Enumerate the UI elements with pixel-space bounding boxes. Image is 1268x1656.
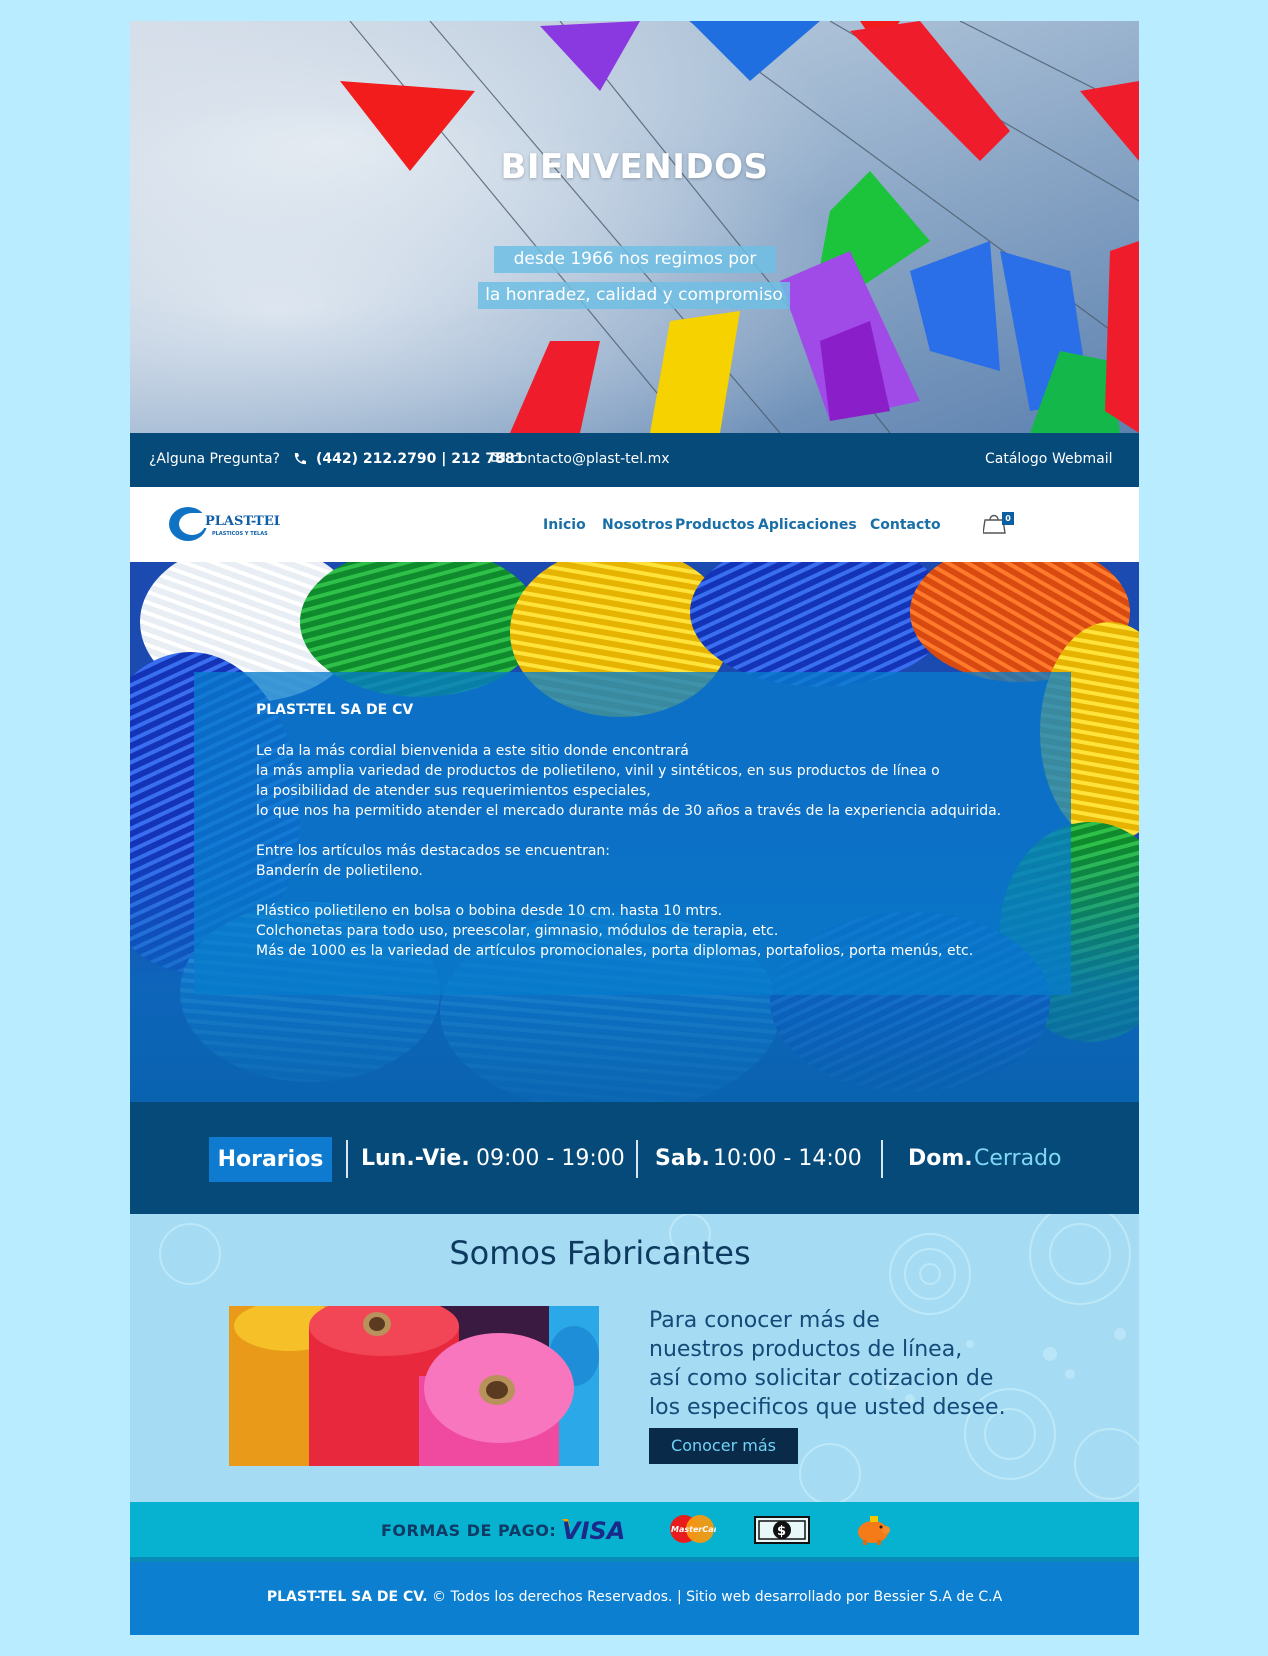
- site-container: BIENVENIDOS desde 1966 nos regimos por l…: [130, 21, 1139, 1635]
- weekday-label: Lun.-Vie.: [361, 1146, 470, 1171]
- intro-section: PLAST-TEL SA DE CV Le da la más cordial …: [130, 562, 1139, 1102]
- sunday-time: Cerrado: [974, 1146, 1062, 1171]
- nav-item-nosotros[interactable]: Nosotros: [602, 517, 673, 533]
- catalog-link[interactable]: Catálogo: [985, 451, 1047, 467]
- footer-text: PLAST-TEL SA DE CV. © Todos los derechos…: [130, 1589, 1139, 1605]
- nav-item-inicio[interactable]: Inicio: [543, 517, 586, 533]
- visa-icon: VISA: [558, 1515, 628, 1547]
- hero-banner: BIENVENIDOS desde 1966 nos regimos por l…: [130, 21, 1139, 433]
- sunday-label: Dom.: [908, 1146, 973, 1171]
- hero-tagline-2: la honradez, calidad y compromiso: [478, 282, 790, 309]
- saturday-time: 10:00 - 14:00: [713, 1146, 862, 1171]
- nav-item-aplicaciones[interactable]: Aplicaciones: [758, 517, 857, 533]
- divider: [636, 1140, 638, 1178]
- question-label: ¿Alguna Pregunta?: [149, 451, 280, 467]
- divider: [346, 1140, 348, 1178]
- mastercard-icon: MasterCard: [668, 1514, 724, 1548]
- contact-bar: ¿Alguna Pregunta? (442) 212.2790 | 212 7…: [130, 433, 1139, 487]
- company-name: PLAST-TEL SA DE CV: [256, 702, 414, 718]
- hours-bar: Horarios Lun.-Vie. 09:00 - 19:00 Sab. 10…: [130, 1102, 1139, 1214]
- phone-icon: [292, 451, 308, 471]
- piggy-bank-icon: [854, 1513, 892, 1551]
- learn-more-button[interactable]: Conocer más: [649, 1428, 798, 1464]
- section-title: Somos Fabricantes: [449, 1234, 751, 1272]
- intro-paragraph-2: Entre los artículos más destacados se en…: [256, 843, 611, 879]
- footer-company: PLAST-TEL SA DE CV.: [266, 1589, 428, 1605]
- mail-icon: [491, 451, 505, 467]
- email-link[interactable]: contacto@plast-tel.mx: [511, 451, 670, 467]
- section-text: Para conocer más de nuestros productos d…: [649, 1308, 1006, 1420]
- main-navigation: PLAST-TEL PLASTICOS Y TELAS Inicio Nosot…: [130, 487, 1139, 562]
- mastercard-text: MasterCard: [671, 1525, 716, 1534]
- hero-title: BIENVENIDOS: [500, 147, 769, 187]
- intro-paragraph-3: Plástico polietileno en bolsa o bobina d…: [256, 903, 974, 959]
- hours-tag: Horarios: [209, 1137, 332, 1182]
- weekday-time: 09:00 - 19:00: [476, 1146, 625, 1171]
- svg-text:$: $: [777, 1524, 786, 1539]
- cash-icon: $: [754, 1516, 810, 1548]
- nav-item-productos[interactable]: Productos: [675, 517, 755, 533]
- footer: PLAST-TEL SA DE CV. © Todos los derechos…: [130, 1562, 1139, 1635]
- cart-count-badge: 0: [1002, 512, 1014, 525]
- bunting-flags-image: [340, 21, 1139, 433]
- hero-tagline-1: desde 1966 nos regimos por: [494, 246, 776, 273]
- plastic-rolls-image: [229, 1306, 599, 1466]
- visa-text: VISA: [562, 1517, 625, 1543]
- intro-paragraph-1: Le da la más cordial bienvenida a este s…: [256, 743, 1002, 819]
- nav-item-contacto[interactable]: Contacto: [870, 517, 941, 533]
- payment-methods-bar: FORMAS DE PAGO: VISA MasterCard $: [130, 1502, 1139, 1557]
- manufacturers-section: Somos Fabricantes Para conocer más de nu…: [130, 1214, 1139, 1502]
- logo-text: PLAST-TEL: [205, 514, 280, 529]
- intro-text-box: PLAST-TEL SA DE CV Le da la más cordial …: [194, 672, 1071, 995]
- plast-tel-logo[interactable]: PLAST-TEL PLASTICOS Y TELAS: [168, 505, 283, 543]
- footer-rights: © Todos los derechos Reservados. | Sitio…: [427, 1589, 1003, 1605]
- saturday-label: Sab.: [655, 1146, 710, 1171]
- webmail-link[interactable]: Webmail: [1052, 451, 1113, 467]
- payment-label: FORMAS DE PAGO:: [381, 1521, 557, 1540]
- logo-subtext: PLASTICOS Y TELAS: [212, 531, 268, 537]
- divider: [881, 1140, 883, 1178]
